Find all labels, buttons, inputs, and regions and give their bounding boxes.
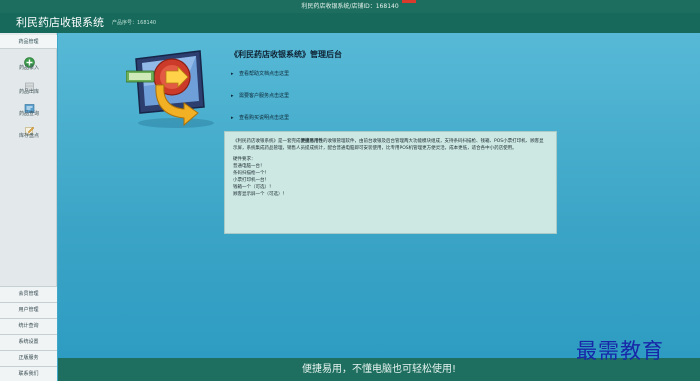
main-content: 《利民药店收银系统》管理后台 查看帮助文档点击这里 需要客户服务点击这里 查看购… — [58, 33, 700, 358]
window-title: 利民药店收银系统/店铺ID：168140 — [301, 3, 399, 10]
system-description-panel: 《利民药店收银系统》是一套完成便捷易用性的收银管理软件，由前台收银及后台管理两大… — [224, 131, 557, 234]
sidebar-button-drug-outbound[interactable]: 药品出库 — [6, 77, 52, 101]
sidebar-item-user-management[interactable]: 用户管理 — [0, 302, 57, 318]
watermark: 最需教育 — [576, 339, 664, 363]
product-id-label: 产品序号：168140 — [112, 20, 157, 26]
requirements-title: 硬件要求： — [233, 157, 256, 162]
sidebar-button-label: 库存盘点 — [18, 133, 39, 139]
sidebar-item-genuine-service[interactable]: 正版服务 — [0, 350, 57, 366]
sidebar-button-label: 药品出库 — [18, 89, 39, 95]
sidebar-item-member-management[interactable]: 会员管理 — [0, 286, 57, 302]
description-text-start: 《利民药店收银系统》是一套完成 — [233, 139, 301, 144]
sidebar-button-drug-query[interactable]: 药品查询 — [6, 99, 52, 123]
sidebar-item-system-settings[interactable]: 系统设置 — [0, 334, 57, 350]
sidebar-button-inventory-check[interactable]: 库存盘点 — [6, 121, 52, 145]
sidebar-button-label: 药品查询 — [18, 111, 39, 117]
search-list-icon — [24, 99, 35, 113]
sidebar-bottom-menu: 会员管理 用户管理 统计查询 系统设置 正版服务 联系我们 — [0, 286, 57, 381]
sidebar-item-contact-us[interactable]: 联系我们 — [0, 366, 57, 381]
window-title-bar: 利民药店收银系统/店铺ID：168140 — [0, 0, 700, 13]
requirement-item: 小票打印机一台！ — [233, 178, 269, 183]
monitor-arrow-icon — [125, 41, 220, 131]
app-title: 利民药店收银系统 — [16, 16, 104, 29]
help-links: 查看帮助文档点击这里 需要客户服务点击这里 查看购买说明点击这里 — [231, 69, 481, 135]
requirement-item: 顾客显示屏一个（可选）！ — [233, 192, 287, 197]
add-icon — [23, 53, 35, 68]
sidebar-button-label: 药品录入 — [18, 65, 39, 71]
requirement-item: 普通电脑一台！ — [233, 164, 265, 169]
sidebar: 药品管理 药品录入 药品出库 药品查询 库存盘点 会员管理 用户管理 统计查询 … — [0, 33, 57, 381]
title-accent-mark — [402, 0, 416, 3]
footer-slogan: 便捷易用，不懂电脑也可轻松使用! — [301, 364, 456, 375]
sidebar-item-statistics[interactable]: 统计查询 — [0, 318, 57, 334]
help-docs-link[interactable]: 查看帮助文档点击这里 — [231, 69, 481, 91]
description-paragraph: 《利民药店收银系统》是一套完成便捷易用性的收银管理软件，由前台收银及后台管理两大… — [233, 138, 548, 152]
edit-icon — [24, 121, 35, 135]
box-icon — [24, 77, 35, 91]
customer-service-link[interactable]: 需要客户服务点击这里 — [231, 91, 481, 113]
sidebar-button-drug-entry[interactable]: 药品录入 — [6, 53, 52, 77]
description-text-bold: 便捷易用性 — [300, 139, 324, 144]
page-title: 《利民药店收银系统》管理后台 — [230, 50, 342, 59]
requirement-item: 条码扫描枪一个！ — [233, 171, 269, 176]
sidebar-section-drug-management[interactable]: 药品管理 — [0, 35, 57, 49]
app-header: 利民药店收银系统 产品序号：168140 — [0, 13, 700, 33]
requirement-item: 钱箱一个（可选）！ — [233, 185, 274, 190]
